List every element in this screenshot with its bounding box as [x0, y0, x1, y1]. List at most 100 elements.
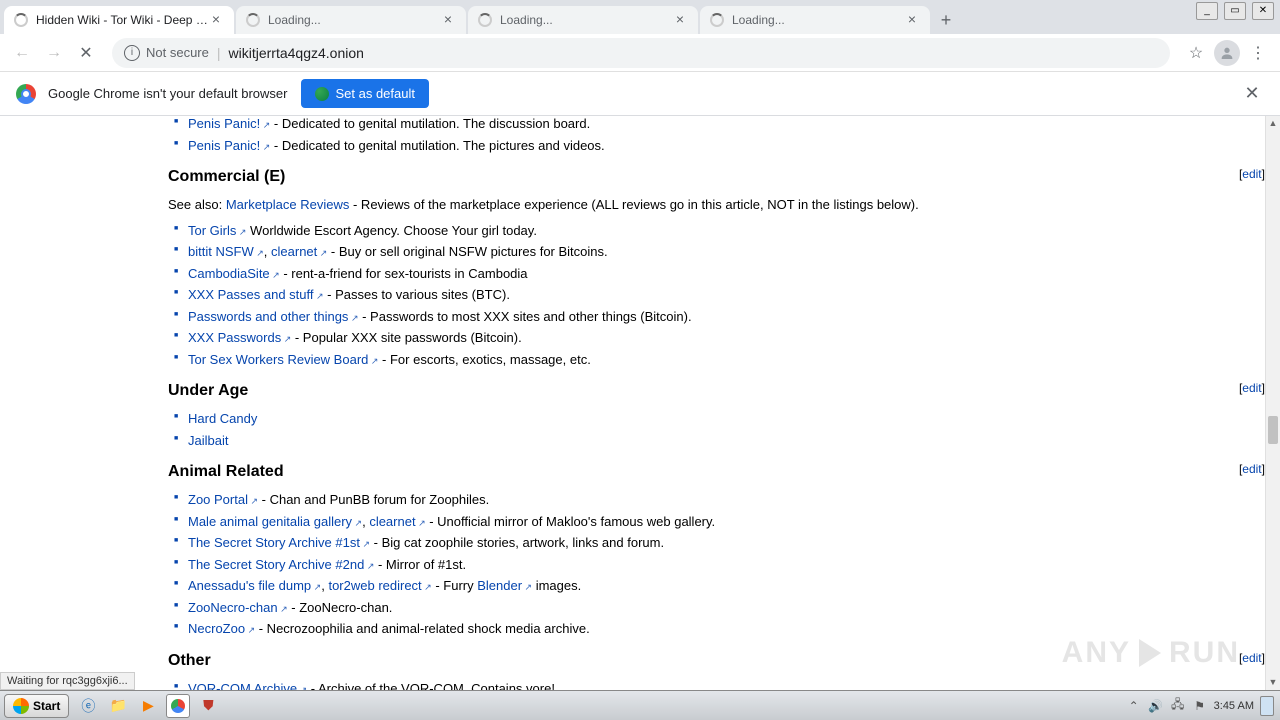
tab-close-icon[interactable]: × [440, 12, 456, 28]
heading-commercial: edit Commercial (E) [168, 165, 1265, 189]
tray-expand-icon[interactable]: ⌃ [1126, 698, 1142, 714]
ie-icon[interactable]: ⓔ [76, 694, 100, 718]
wiki-link[interactable]: bittit NSFW [188, 244, 264, 259]
profile-avatar[interactable] [1214, 40, 1240, 66]
wiki-link[interactable]: Male animal genitalia gallery [188, 514, 362, 529]
wiki-link[interactable]: ZooNecro-chan [188, 600, 288, 615]
flag-icon[interactable]: ⚑ [1192, 698, 1208, 714]
vertical-scrollbar[interactable]: ▲ ▼ [1265, 116, 1280, 690]
list-item: XXX Passwords - Popular XXX site passwor… [168, 328, 1265, 348]
wiki-link[interactable]: The Secret Story Archive #2nd [188, 557, 374, 572]
scroll-up-icon[interactable]: ▲ [1266, 116, 1280, 131]
edit-link[interactable]: edit [1239, 460, 1265, 478]
list-item: bittit NSFW, clearnet - Buy or sell orig… [168, 242, 1265, 262]
scroll-down-icon[interactable]: ▼ [1266, 675, 1280, 690]
browser-tab[interactable]: Hidden Wiki - Tor Wiki - Deep Web, U × [4, 6, 234, 34]
globe-icon [315, 87, 329, 101]
forward-button[interactable]: → [40, 39, 68, 67]
wiki-link[interactable]: Penis Panic! [188, 116, 270, 131]
loading-spinner-icon [14, 13, 28, 27]
commercial-list: Tor Girls Worldwide Escort Agency. Choos… [168, 221, 1265, 370]
tab-close-icon[interactable]: × [904, 12, 920, 28]
loading-spinner-icon [478, 13, 492, 27]
shield-icon[interactable]: ⛊ [196, 694, 220, 718]
volume-icon[interactable]: 🔊 [1148, 698, 1164, 714]
marketplace-reviews-link[interactable]: Marketplace Reviews [226, 197, 350, 212]
separator: | [217, 45, 221, 61]
tab-title: Loading... [732, 13, 904, 27]
address-bar[interactable]: i Not secure | wikitjerrta4qgz4.onion [112, 38, 1170, 68]
scroll-thumb[interactable] [1268, 416, 1278, 444]
wiki-link[interactable]: Jailbait [188, 433, 228, 448]
list-item: CambodiaSite - rent-a-friend for sex-tou… [168, 264, 1265, 284]
status-bar: Waiting for rqc3gg6xji6... [0, 672, 135, 690]
window-close-button[interactable]: ✕ [1252, 2, 1274, 20]
wiki-link[interactable]: Passwords and other things [188, 309, 358, 324]
media-icon[interactable]: ▶ [136, 694, 160, 718]
heading-other: edit Other [168, 649, 1265, 673]
tab-title: Loading... [268, 13, 440, 27]
back-button[interactable]: ← [8, 39, 36, 67]
list-item: Male animal genitalia gallery, clearnet … [168, 512, 1265, 532]
wiki-link[interactable]: VOR-COM Archive [188, 681, 307, 691]
wiki-article: Penis Panic! - Dedicated to genital muti… [168, 116, 1265, 690]
browser-tab[interactable]: Loading... × [468, 6, 698, 34]
info-icon: i [124, 45, 140, 61]
tab-close-icon[interactable]: × [672, 12, 688, 28]
list-item: XXX Passes and stuff - Passes to various… [168, 285, 1265, 305]
chrome-icon [16, 84, 36, 104]
show-desktop[interactable] [1260, 696, 1274, 716]
clock[interactable]: 3:45 AM [1214, 700, 1254, 712]
wiki-link[interactable]: XXX Passes and stuff [188, 287, 324, 302]
wiki-link[interactable]: The Secret Story Archive #1st [188, 535, 370, 550]
list-item: Penis Panic! - Dedicated to genital muti… [168, 116, 1265, 134]
start-button[interactable]: Start [4, 694, 69, 718]
wiki-link[interactable]: XXX Passwords [188, 330, 291, 345]
list-item: Passwords and other things - Passwords t… [168, 307, 1265, 327]
list-item: Hard Candy [168, 409, 1265, 429]
minimize-button[interactable]: _ [1196, 2, 1218, 20]
edit-link[interactable]: edit [1239, 649, 1265, 667]
infobar-close-icon[interactable]: ✕ [1240, 83, 1264, 104]
network-icon[interactable]: 🖧 [1170, 698, 1186, 714]
wiki-link[interactable]: clearnet [369, 514, 425, 529]
loading-spinner-icon [710, 13, 724, 27]
stop-button[interactable]: ✕ [72, 39, 100, 67]
wiki-link[interactable]: Blender [477, 578, 532, 593]
edit-link[interactable]: edit [1239, 165, 1265, 183]
browser-toolbar: ← → ✕ i Not secure | wikitjerrta4qgz4.on… [0, 34, 1280, 72]
windows-orb-icon [13, 698, 29, 714]
window-controls: _ ▭ ✕ [1190, 0, 1280, 22]
wiki-link[interactable]: clearnet [271, 244, 327, 259]
wiki-link[interactable]: Anessadu's file dump [188, 578, 321, 593]
underage-list: Hard Candy Jailbait [168, 409, 1265, 450]
wiki-link[interactable]: Penis Panic! [188, 138, 270, 153]
explorer-icon[interactable]: 📁 [106, 694, 130, 718]
loading-spinner-icon [246, 13, 260, 27]
wiki-link[interactable]: Tor Girls [188, 223, 246, 238]
edit-link[interactable]: edit [1239, 379, 1265, 397]
see-also: See also: Marketplace Reviews - Reviews … [168, 195, 1265, 215]
chrome-taskbar-icon[interactable] [166, 694, 190, 718]
wiki-link[interactable]: tor2web redirect [328, 578, 431, 593]
bookmark-star-icon[interactable]: ☆ [1182, 39, 1210, 67]
set-default-button[interactable]: Set as default [301, 79, 429, 108]
browser-tab[interactable]: Loading... × [700, 6, 930, 34]
heading-animal: edit Animal Related [168, 460, 1265, 484]
maximize-button[interactable]: ▭ [1224, 2, 1246, 20]
security-indicator[interactable]: i Not secure [124, 45, 209, 61]
start-label: Start [33, 699, 60, 713]
list-item: The Secret Story Archive #1st - Big cat … [168, 533, 1265, 553]
list-item: Tor Sex Workers Review Board - For escor… [168, 350, 1265, 370]
wiki-link[interactable]: Zoo Portal [188, 492, 258, 507]
tab-strip: Hidden Wiki - Tor Wiki - Deep Web, U × L… [0, 0, 1280, 34]
wiki-link[interactable]: CambodiaSite [188, 266, 280, 281]
system-tray: ⌃ 🔊 🖧 ⚑ 3:45 AM [1126, 696, 1280, 716]
wiki-link[interactable]: NecroZoo [188, 621, 255, 636]
tab-close-icon[interactable]: × [208, 12, 224, 28]
menu-icon[interactable]: ⋮ [1244, 39, 1272, 67]
wiki-link[interactable]: Hard Candy [188, 411, 257, 426]
new-tab-button[interactable]: + [932, 6, 960, 34]
browser-tab[interactable]: Loading... × [236, 6, 466, 34]
wiki-link[interactable]: Tor Sex Workers Review Board [188, 352, 378, 367]
